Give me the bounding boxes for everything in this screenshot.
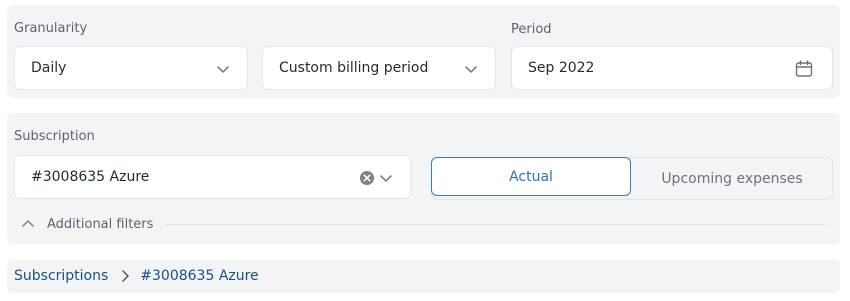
subscription-select[interactable]: #3008635 Azure (14, 155, 411, 199)
chevron-right-icon (117, 268, 133, 284)
chevron-up-icon (20, 216, 36, 232)
period-value: Sep 2022 (528, 60, 595, 76)
subscription-value: #3008635 Azure (31, 169, 150, 185)
period-picker[interactable]: Sep 2022 (511, 46, 833, 90)
subscription-label: Subscription (14, 129, 95, 144)
calendar-icon (794, 59, 814, 79)
clear-icon[interactable] (358, 169, 376, 187)
divider (165, 224, 826, 225)
breadcrumb-subscriptions-link[interactable]: Subscriptions (14, 268, 108, 284)
breadcrumb-current[interactable]: #3008635 Azure (140, 268, 258, 284)
chevron-down-icon[interactable] (378, 170, 394, 186)
actual-tab[interactable]: Actual (431, 157, 631, 196)
chevron-down-icon (215, 61, 231, 77)
date-filter-panel: Granularity Daily Custom billing period … (7, 5, 840, 98)
chevron-down-icon (463, 61, 479, 77)
additional-filters-toggle[interactable]: Additional filters (20, 216, 153, 232)
expense-view-toggle: Actual Upcoming expenses (431, 157, 833, 200)
granularity-label: Granularity (14, 21, 88, 36)
period-label: Period (511, 22, 552, 37)
breadcrumb-panel: Subscriptions #3008635 Azure (7, 260, 840, 293)
additional-filters-label: Additional filters (47, 216, 154, 232)
billing-period-type-select[interactable]: Custom billing period (262, 46, 496, 90)
upcoming-expenses-tab[interactable]: Upcoming expenses (632, 158, 832, 199)
granularity-select[interactable]: Daily (14, 46, 248, 90)
breadcrumb: Subscriptions #3008635 Azure (14, 268, 259, 284)
subscription-filter-panel: Subscription #3008635 Azure Actual Upcom… (7, 113, 840, 244)
